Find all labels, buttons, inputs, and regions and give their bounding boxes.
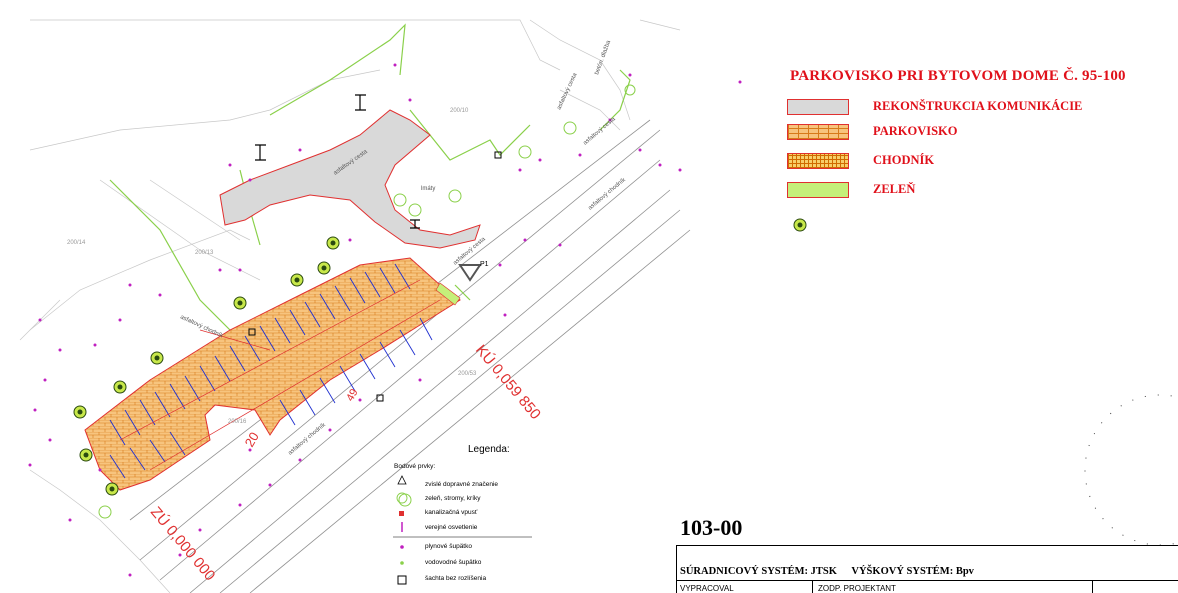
p1-label: P1	[480, 261, 489, 268]
parcel-label-2: 200/13	[195, 250, 214, 256]
drawn-by-label: VYPRACOVAL	[680, 584, 734, 593]
responsible-label: ZODP. PROJEKTANT	[818, 584, 896, 593]
dimension-label-1: 20	[242, 429, 262, 449]
legend-swatch-road	[787, 99, 849, 115]
road-label-3: asfaltový cesta	[582, 116, 617, 147]
title-block-divider	[676, 545, 1178, 546]
parcel-label-5: 200/16	[228, 419, 247, 425]
title-block-divider	[676, 580, 1178, 581]
road-label-6: asfaltový cesta	[556, 72, 578, 111]
legend-label-green: ZELEŇ	[873, 182, 916, 196]
coordinate-systems: SÚRADNICOVÝ SYSTÉM: JTSK VÝŠKOVÝ SYSTÉM:…	[680, 566, 986, 577]
manhole-2	[376, 394, 384, 402]
parcel-label-1: 200/14	[67, 240, 86, 246]
road-label-8: betón. dlažba	[594, 39, 612, 76]
coord-system: SÚRADNICOVÝ SYSTÉM: JTSK	[680, 566, 837, 577]
map-legend-title: Legenda:	[468, 444, 510, 455]
height-system: VÝŠKOVÝ SYSTÉM: Bpv	[851, 566, 974, 577]
map-legend-subtitle: Bodové prvky:	[394, 463, 436, 470]
ku-label: KÚ 0,059 850	[472, 342, 544, 423]
legend-label-sidewalk: CHODNÍK	[873, 153, 935, 167]
title-block-divider	[676, 545, 677, 593]
road-label-2: asfaltový chodník	[587, 176, 627, 211]
legend-swatch-parking	[787, 124, 849, 140]
legend-label-road: REKONŠTRUKCIA KOMUNIKÁCIE	[873, 99, 1083, 113]
zu-label: ZÚ 0,000 000	[147, 504, 218, 585]
legend-swatch-green	[787, 182, 849, 198]
parcel-label-4: 200/53	[458, 371, 477, 377]
parking-area	[84, 257, 461, 491]
road-reconstruction-area	[219, 109, 481, 249]
drawing-code: 103-00	[680, 515, 743, 540]
dotted-circle	[1084, 394, 1178, 546]
lamp-label: lmáty	[421, 186, 435, 192]
road-label-4: asfaltový chodník	[287, 421, 327, 456]
legend-swatch-sidewalk	[787, 153, 849, 169]
legend-title: PARKOVISKO PRI BYTOVOM DOME Č. 95-100	[790, 68, 1126, 84]
parcel-label-3: 200/10	[450, 108, 469, 114]
title-block-divider	[812, 580, 813, 593]
legend-label-parking: PARKOVISKO	[873, 124, 958, 138]
title-block-divider	[1092, 580, 1093, 593]
triangle-marker	[458, 264, 482, 282]
site-plan-map[interactable]: KÚ 0,059 850 ZÚ 0,000 000 asfaltový cest…	[0, 0, 1178, 593]
